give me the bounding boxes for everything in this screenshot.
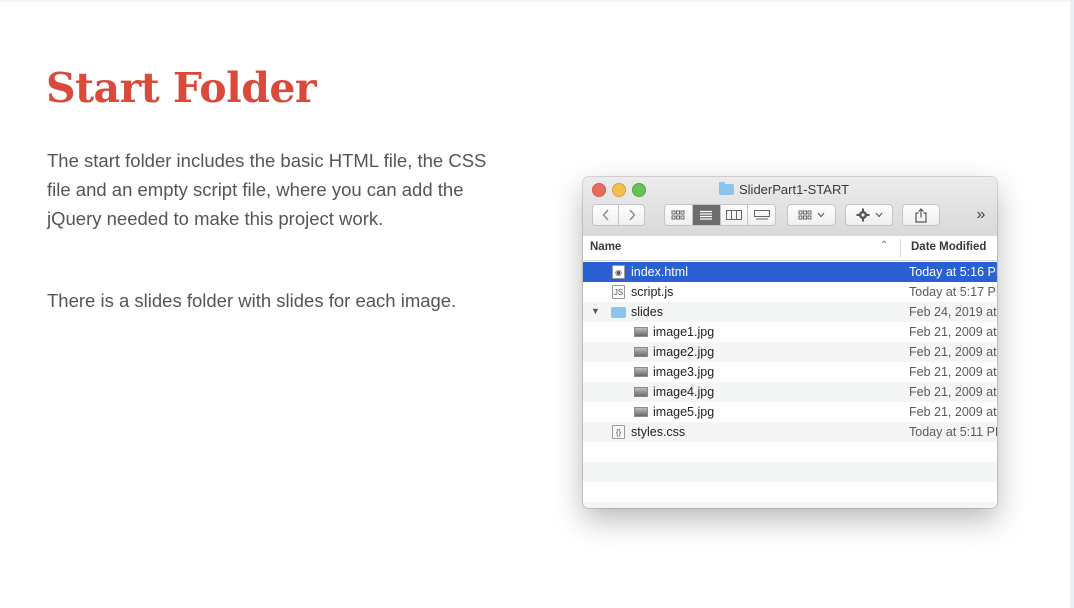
file-name: image1.jpg [653, 325, 715, 339]
window-title: SliderPart1-START [719, 181, 849, 198]
file-date: Feb 21, 2009 at [909, 365, 997, 379]
slide-right-edge [1070, 0, 1074, 608]
file-date: Feb 21, 2009 at [909, 405, 997, 419]
file-row-script-js[interactable]: JS script.js Today at 5:17 PM [583, 282, 997, 302]
image-file-icon [634, 407, 648, 417]
forward-button[interactable] [619, 205, 644, 225]
file-list: ◉ index.html Today at 5:16 PM JS script.… [583, 262, 997, 508]
view-mode-selector [664, 204, 776, 226]
finder-window: SliderPart1-START » Name ⌃ Date Modified… [583, 177, 997, 508]
image-file-icon [634, 387, 648, 397]
navigation-buttons [592, 204, 645, 226]
file-name: styles.css [631, 425, 686, 439]
file-name: image5.jpg [653, 405, 715, 419]
sort-ascending-icon: ⌃ [880, 240, 889, 251]
file-date: Feb 21, 2009 at [909, 345, 997, 359]
group-icon [798, 210, 812, 220]
file-name: index.html [631, 265, 688, 279]
file-date: Feb 24, 2019 at [909, 305, 997, 319]
action-menu-button[interactable] [845, 204, 893, 226]
html-file-icon: ◉ [612, 265, 625, 279]
icon-view-icon [671, 210, 685, 220]
file-name: image4.jpg [653, 385, 715, 399]
gear-icon [856, 208, 869, 222]
folder-icon [719, 182, 734, 195]
slide-top-edge [0, 0, 1074, 2]
image-file-icon [634, 327, 648, 337]
file-row-image5[interactable]: image5.jpg Feb 21, 2009 at [583, 402, 997, 422]
finder-toolbar: SliderPart1-START » [583, 177, 997, 237]
folder-row-slides[interactable]: ▼ slides Feb 24, 2019 at [583, 302, 997, 322]
empty-row [583, 482, 997, 502]
date-modified-column-header[interactable]: Date Modified [911, 241, 986, 253]
file-date: Today at 5:11 PM [909, 425, 997, 439]
file-row-index-html[interactable]: ◉ index.html Today at 5:16 PM [583, 262, 997, 282]
file-row-image1[interactable]: image1.jpg Feb 21, 2009 at [583, 322, 997, 342]
empty-row [583, 502, 997, 508]
image-file-icon [634, 347, 648, 357]
file-row-image2[interactable]: image2.jpg Feb 21, 2009 at [583, 342, 997, 362]
file-row-image4[interactable]: image4.jpg Feb 21, 2009 at [583, 382, 997, 402]
column-view-icon [725, 210, 742, 220]
slides-folder-paragraph: There is a slides folder with slides for… [47, 290, 457, 311]
description-paragraph: The start folder includes the basic HTML… [47, 150, 487, 229]
group-by-button[interactable] [787, 204, 836, 226]
js-file-icon: JS [612, 285, 625, 299]
file-date: Today at 5:17 PM [909, 285, 997, 299]
empty-row [583, 462, 997, 482]
gallery-view-icon [753, 210, 770, 220]
zoom-window-button[interactable] [632, 183, 646, 197]
file-name: image2.jpg [653, 345, 715, 359]
chevron-left-icon [602, 209, 609, 221]
chevron-down-icon [817, 212, 825, 218]
list-view-button[interactable] [692, 205, 721, 225]
chevron-right-icon [629, 209, 636, 221]
file-name: image3.jpg [653, 365, 715, 379]
file-date: Today at 5:16 PM [909, 265, 997, 279]
file-name: script.js [631, 285, 674, 299]
css-file-icon: {} [612, 425, 625, 439]
share-icon [915, 207, 927, 223]
icon-view-button[interactable] [665, 205, 693, 225]
name-column-header[interactable]: Name [590, 241, 621, 253]
file-date: Feb 21, 2009 at [909, 325, 997, 339]
file-date: Feb 21, 2009 at [909, 385, 997, 399]
folder-icon [611, 307, 626, 318]
gallery-view-button[interactable] [748, 205, 775, 225]
minimize-window-button[interactable] [612, 183, 626, 197]
list-view-icon [700, 210, 713, 220]
window-title-text: SliderPart1-START [739, 182, 850, 197]
back-button[interactable] [593, 205, 620, 225]
column-divider[interactable] [900, 239, 901, 257]
column-view-button[interactable] [720, 205, 749, 225]
close-window-button[interactable] [592, 183, 606, 197]
image-file-icon [634, 367, 648, 377]
column-header: Name ⌃ Date Modified [583, 236, 997, 261]
chevron-down-icon [875, 212, 882, 218]
toolbar-overflow-button[interactable]: » [969, 204, 993, 226]
file-row-image3[interactable]: image3.jpg Feb 21, 2009 at [583, 362, 997, 382]
file-row-styles-css[interactable]: {} styles.css Today at 5:11 PM [583, 422, 997, 442]
slide-title: Start Folder [46, 64, 317, 112]
empty-row [583, 442, 997, 462]
disclosure-triangle-icon[interactable]: ▼ [591, 306, 600, 316]
share-button[interactable] [902, 204, 940, 226]
file-name: slides [631, 305, 663, 319]
